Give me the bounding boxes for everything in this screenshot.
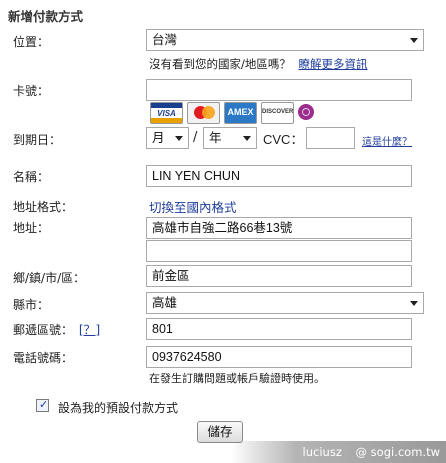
- chevron-down-icon: [410, 38, 418, 43]
- watermark-user: luciusz: [302, 445, 342, 459]
- mastercard-icon: [187, 102, 220, 124]
- card-number-label: 卡號：: [13, 84, 50, 98]
- form-title: 新增付款方式: [8, 9, 84, 24]
- district-input[interactable]: 前金區: [146, 265, 412, 287]
- postal-code-help-link[interactable]: [？]: [79, 323, 100, 337]
- check-icon: ✓: [39, 398, 49, 411]
- save-button[interactable]: 儲存: [197, 421, 243, 443]
- location-select[interactable]: 台灣: [146, 29, 424, 51]
- chevron-down-icon: [243, 136, 251, 141]
- name-input[interactable]: LIN YEN CHUN: [146, 165, 412, 187]
- phone-input[interactable]: 0937624580: [146, 346, 412, 368]
- visa-icon: VISA: [150, 102, 183, 124]
- expiry-year-select[interactable]: 年: [203, 127, 257, 149]
- location-label: 位置：: [13, 35, 50, 49]
- location-hint: 沒有看到您的國家/地區嗎？: [149, 57, 291, 71]
- postal-code-label-row: 郵遞區號： [？]: [13, 321, 100, 338]
- amex-icon: AMEX: [224, 102, 257, 124]
- city-label: 縣市：: [13, 298, 50, 312]
- chevron-down-icon: [410, 301, 418, 306]
- city-select[interactable]: 高雄: [146, 292, 424, 314]
- phone-label: 電話號碼：: [13, 351, 74, 365]
- city-value: 高雄: [152, 296, 178, 310]
- learn-more-link[interactable]: 瞭解更多資訊: [299, 57, 368, 71]
- discover-icon: DISCOVER: [261, 102, 294, 124]
- name-label: 名稱：: [13, 170, 50, 184]
- phone-hint: 在發生訂購問題或帳戶驗證時使用。: [149, 372, 325, 385]
- expiry-label: 到期日：: [13, 133, 62, 147]
- jcb-icon: [298, 104, 314, 120]
- card-number-input[interactable]: [146, 79, 412, 101]
- cvc-label: CVC：: [263, 132, 304, 147]
- address-line2-input[interactable]: [146, 240, 412, 262]
- postal-code-label: 郵遞區號：: [13, 323, 74, 337]
- cvc-help-link[interactable]: 這是什麼？: [362, 133, 412, 148]
- expiry-separator: /: [193, 130, 198, 145]
- address-label: 地址：: [13, 221, 50, 235]
- watermark-site: @ sogi.com.tw: [355, 445, 440, 459]
- chevron-down-icon: [175, 136, 183, 141]
- watermark: luciusz @ sogi.com.tw: [231, 441, 446, 463]
- default-payment-checkbox[interactable]: ✓: [36, 398, 49, 412]
- default-payment-label: 設為我的預設付款方式: [58, 401, 179, 415]
- address-line1-input[interactable]: 高雄市自強二路66巷13號: [146, 217, 412, 239]
- cvc-input[interactable]: [306, 127, 355, 149]
- location-hint-row: 沒有看到您的國家/地區嗎？ 瞭解更多資訊: [149, 56, 368, 72]
- switch-format-link[interactable]: 切換至國內格式: [149, 197, 237, 216]
- address-format-label: 地址格式：: [13, 200, 74, 214]
- expiry-month-select[interactable]: 月: [146, 127, 189, 149]
- location-value: 台灣: [152, 33, 178, 47]
- district-label: 鄉/鎮/市/區：: [13, 271, 86, 285]
- postal-code-input[interactable]: 801: [146, 318, 412, 340]
